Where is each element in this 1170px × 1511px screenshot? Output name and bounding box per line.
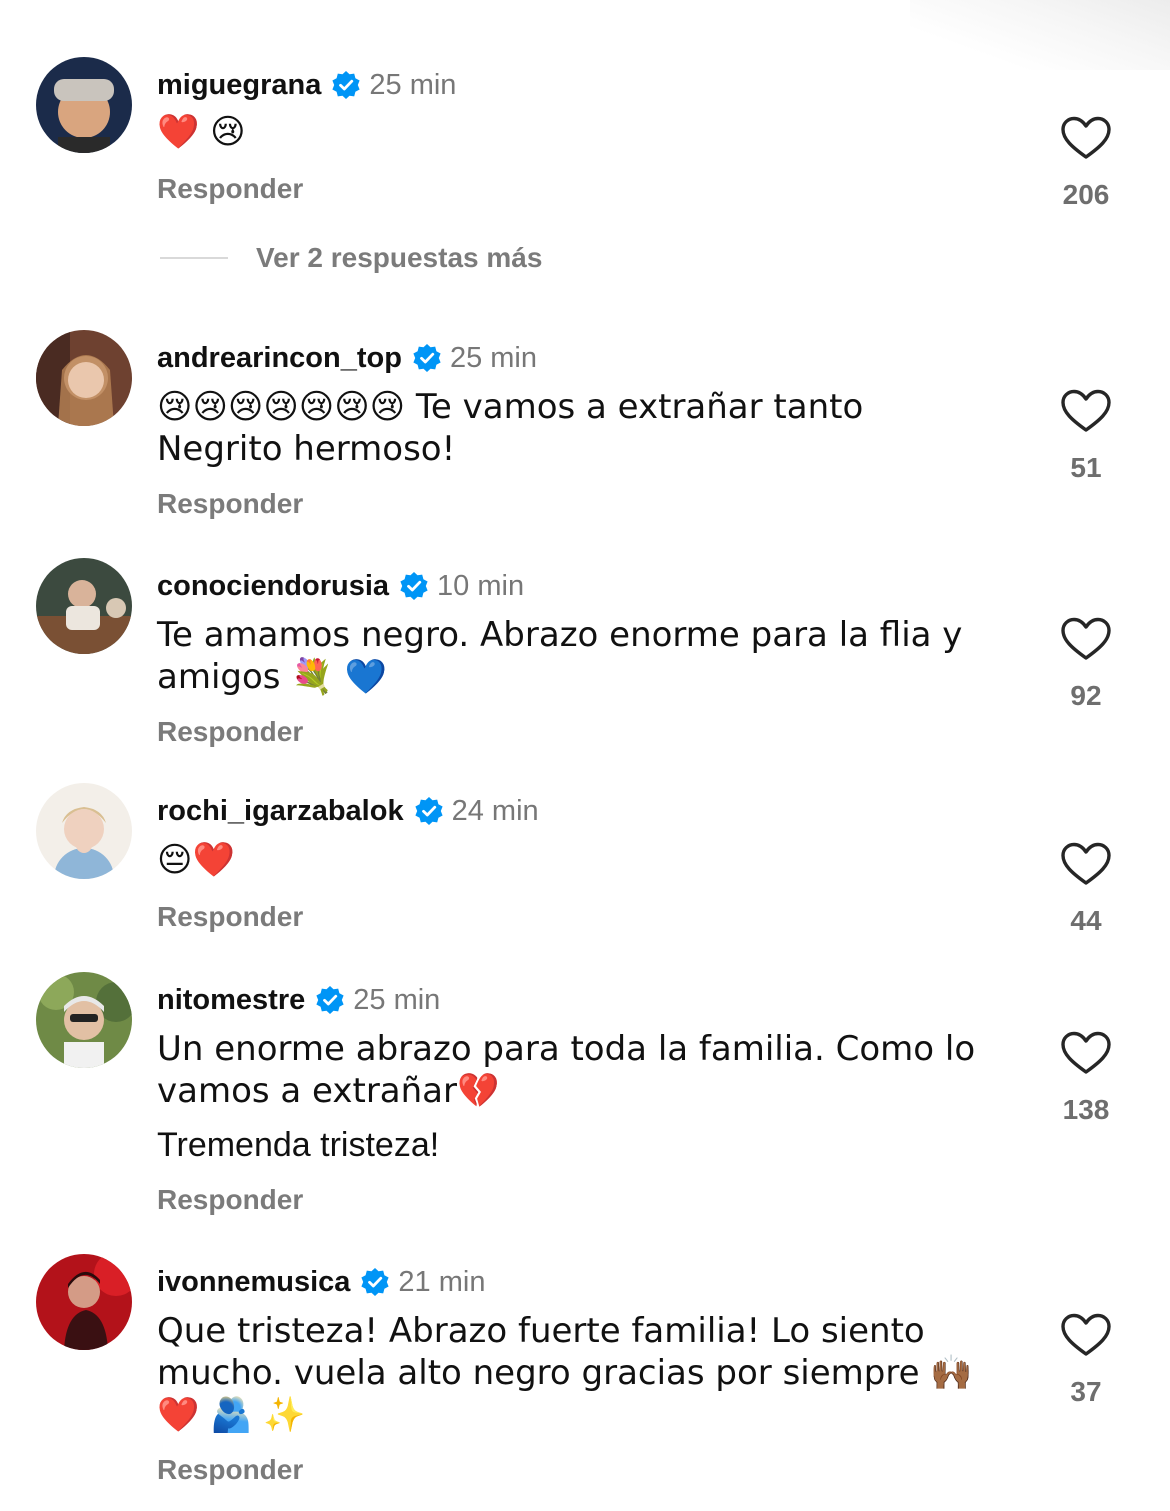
comment-header: miguegrana 25 min xyxy=(157,65,456,105)
username[interactable]: rochi_igarzabalok xyxy=(157,795,404,828)
reply-button[interactable]: Responder xyxy=(157,1184,303,1216)
comment-time: 25 min xyxy=(449,341,537,374)
verified-badge-icon xyxy=(331,70,361,100)
heart-outline-icon[interactable] xyxy=(1050,841,1122,887)
avatar[interactable] xyxy=(36,558,132,654)
avatar[interactable] xyxy=(36,330,132,426)
comment-text: 😢😢😢😢😢😢😢 Te vamos a extrañar tanto Negrit… xyxy=(157,386,987,470)
comment-time: 25 min xyxy=(353,983,441,1016)
like-count: 92 xyxy=(1070,680,1102,711)
comment-line: Te amamos negro. Abrazo enorme para la f… xyxy=(157,615,963,697)
comment-line: ❤️ 😢 xyxy=(157,112,246,152)
username[interactable]: nitomestre xyxy=(157,984,305,1017)
username[interactable]: andrearincon_top xyxy=(157,342,402,375)
comment-item: andrearincon_top 25 min 😢😢😢😢😢😢😢 Te vamos… xyxy=(0,330,1170,530)
comment-header: conociendorusia 10 min xyxy=(157,566,524,606)
comment-line: Que tristeza! Abrazo fuerte familia! Lo … xyxy=(157,1311,973,1435)
reply-button[interactable]: Responder xyxy=(157,716,303,748)
view-more-replies[interactable]: Ver 2 respuestas más xyxy=(160,242,542,274)
like-count: 37 xyxy=(1070,1376,1102,1407)
comment-line: 😔❤️ xyxy=(157,840,235,880)
comment-text: ❤️ 😢 xyxy=(157,111,987,153)
comment-item: miguegrana 25 min ❤️ 😢 Responder 206 Ver… xyxy=(0,57,1170,273)
comment-item: nitomestre 25 min Un enorme abrazo para … xyxy=(0,972,1170,1222)
comment-header: nitomestre 25 min xyxy=(157,980,440,1020)
heart-outline-icon[interactable] xyxy=(1050,1312,1122,1358)
avatar[interactable] xyxy=(36,1254,132,1350)
username[interactable]: miguegrana xyxy=(157,69,321,102)
comment-time: 24 min xyxy=(451,794,539,827)
reply-button[interactable]: Responder xyxy=(157,1454,303,1486)
comment-line: 😢😢😢😢😢😢😢 Te vamos a extrañar tanto Negrit… xyxy=(157,387,864,469)
comment-header: rochi_igarzabalok 24 min xyxy=(157,791,539,831)
like-control: 44 xyxy=(1050,841,1122,937)
like-count: 206 xyxy=(1062,179,1110,210)
like-control: 206 xyxy=(1050,115,1122,211)
comment-item: conociendorusia 10 min Te amamos negro. … xyxy=(0,558,1170,758)
comment-text: 😔❤️ xyxy=(157,839,987,881)
comment-text: Un enorme abrazo para toda la familia. C… xyxy=(157,1028,987,1166)
username[interactable]: ivonnemusica xyxy=(157,1266,350,1299)
like-control: 37 xyxy=(1050,1312,1122,1408)
comment-text: Te amamos negro. Abrazo enorme para la f… xyxy=(157,614,987,698)
avatar[interactable] xyxy=(36,783,132,879)
verified-badge-icon xyxy=(414,796,444,826)
verified-badge-icon xyxy=(315,985,345,1015)
verified-badge-icon xyxy=(399,571,429,601)
view-more-replies-label[interactable]: Ver 2 respuestas más xyxy=(256,242,542,274)
like-count: 138 xyxy=(1062,1094,1110,1125)
comment-line: Un enorme abrazo para toda la familia. C… xyxy=(157,1029,976,1111)
verified-badge-icon xyxy=(360,1267,390,1297)
comment-text: Que tristeza! Abrazo fuerte familia! Lo … xyxy=(157,1310,987,1436)
avatar[interactable] xyxy=(36,972,132,1068)
avatar[interactable] xyxy=(36,57,132,153)
like-control: 138 xyxy=(1050,1030,1122,1126)
heart-outline-icon[interactable] xyxy=(1050,388,1122,434)
comment-time: 10 min xyxy=(437,569,525,602)
reply-button[interactable]: Responder xyxy=(157,488,303,520)
comment-time: 25 min xyxy=(369,68,457,101)
heart-outline-icon[interactable] xyxy=(1050,115,1122,161)
like-control: 51 xyxy=(1050,388,1122,484)
like-count: 51 xyxy=(1070,452,1102,483)
reply-button[interactable]: Responder xyxy=(157,901,303,933)
comment-line: Tremenda tristeza! xyxy=(157,1126,440,1164)
like-count: 44 xyxy=(1070,905,1102,936)
comment-item: rochi_igarzabalok 24 min 😔❤️ Responder 4… xyxy=(0,783,1170,953)
reply-button[interactable]: Responder xyxy=(157,173,303,205)
comment-header: andrearincon_top 25 min xyxy=(157,338,537,378)
comment-header: ivonnemusica 21 min xyxy=(157,1262,485,1302)
comment-item: ivonnemusica 21 min Que tristeza! Abrazo… xyxy=(0,1254,1170,1504)
heart-outline-icon[interactable] xyxy=(1050,1030,1122,1076)
verified-badge-icon xyxy=(412,343,442,373)
comment-time: 21 min xyxy=(398,1265,486,1298)
heart-outline-icon[interactable] xyxy=(1050,616,1122,662)
username[interactable]: conociendorusia xyxy=(157,570,389,603)
like-control: 92 xyxy=(1050,616,1122,712)
divider-line xyxy=(160,257,228,259)
